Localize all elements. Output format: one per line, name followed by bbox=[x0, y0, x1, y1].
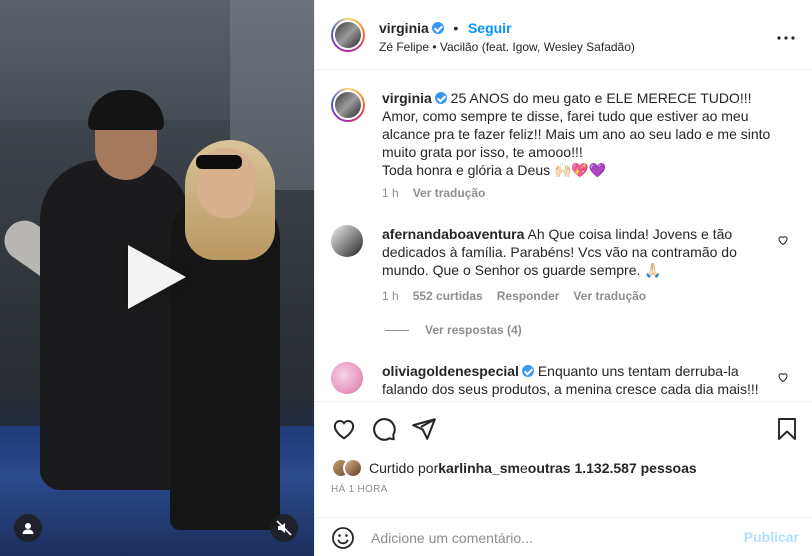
post-modal: virginia • Seguir Zé Felipe • Vacilão (f… bbox=[0, 0, 812, 556]
view-replies-button[interactable]: Ver respostas (4) bbox=[385, 323, 522, 337]
header-username[interactable]: virginia bbox=[379, 20, 429, 36]
caption-translate[interactable]: Ver tradução bbox=[413, 186, 486, 200]
audio-link[interactable]: Zé Felipe • Vacilão (feat. Igow, Wesley … bbox=[379, 40, 635, 54]
video-person-man bbox=[40, 160, 190, 490]
post-time[interactable]: HÁ 1 HORA bbox=[331, 484, 388, 495]
heart-icon[interactable] bbox=[331, 416, 357, 445]
caption-line3: Toda honra e glória a Deus 🙌🏻💖💜 bbox=[382, 162, 607, 178]
caption-line1: 25 ANOS do meu gato e ELE MERECE TUDO!!! bbox=[446, 90, 752, 106]
header-separator: • bbox=[453, 20, 459, 36]
avatar[interactable] bbox=[343, 458, 363, 478]
reply-button[interactable]: Responder bbox=[497, 289, 560, 303]
verified-icon bbox=[431, 22, 444, 34]
comment-username[interactable]: oliviagoldenespecial bbox=[382, 363, 519, 379]
verified-icon bbox=[521, 365, 534, 377]
header-top: virginia • Seguir bbox=[379, 20, 512, 36]
publish-button[interactable]: Publicar bbox=[744, 529, 799, 545]
caption: virginia 25 ANOS do meu gato e ELE MEREC… bbox=[331, 88, 801, 208]
caption-text: virginia 25 ANOS do meu gato e ELE MEREC… bbox=[382, 89, 782, 179]
comment-input[interactable] bbox=[371, 527, 721, 549]
liked-by: Curtido por karlinha_sm e outras 1.132.5… bbox=[331, 458, 697, 478]
post-actions: Curtido por karlinha_sm e outras 1.132.5… bbox=[315, 401, 812, 556]
liked-user[interactable]: karlinha_sm bbox=[438, 460, 520, 476]
heart-icon[interactable] bbox=[777, 371, 789, 386]
heart-icon[interactable] bbox=[777, 234, 789, 249]
avatar[interactable] bbox=[331, 362, 363, 394]
smile-icon[interactable] bbox=[331, 526, 355, 553]
comment-translate[interactable]: Ver tradução bbox=[573, 289, 646, 303]
user-tag-icon[interactable] bbox=[14, 514, 42, 542]
liked-prefix: Curtido por bbox=[369, 460, 439, 476]
avatar[interactable] bbox=[331, 18, 365, 52]
avatar[interactable] bbox=[331, 88, 365, 122]
more-icon[interactable] bbox=[777, 28, 795, 43]
muted-speaker-icon[interactable] bbox=[270, 514, 298, 542]
list-item: afernandaboaventura Ah Que coisa linda! … bbox=[331, 225, 801, 325]
add-comment-bar: Publicar bbox=[315, 517, 812, 556]
caption-meta: 1 h Ver tradução bbox=[382, 186, 499, 200]
comment-username[interactable]: afernandaboaventura bbox=[382, 226, 524, 242]
share-icon[interactable] bbox=[411, 416, 437, 445]
verified-icon bbox=[434, 92, 447, 104]
avatar[interactable] bbox=[331, 225, 363, 257]
play-icon[interactable] bbox=[128, 245, 186, 309]
comments-list[interactable]: virginia 25 ANOS do meu gato e ELE MEREC… bbox=[315, 71, 812, 401]
follow-button[interactable]: Seguir bbox=[468, 20, 512, 36]
post-header: virginia • Seguir Zé Felipe • Vacilão (f… bbox=[315, 0, 812, 70]
caption-username[interactable]: virginia bbox=[382, 90, 432, 106]
post-panel: virginia • Seguir Zé Felipe • Vacilão (f… bbox=[314, 0, 812, 556]
comment-meta: 1 h 552 curtidas Responder Ver tradução bbox=[382, 289, 660, 303]
video-person-glasses bbox=[196, 155, 242, 169]
comment-time: 1 h bbox=[382, 289, 399, 303]
post-video[interactable] bbox=[0, 0, 314, 556]
liked-others[interactable]: outras 1.132.587 pessoas bbox=[528, 460, 697, 476]
liked-middle: e bbox=[519, 460, 528, 476]
caption-time: 1 h bbox=[382, 186, 399, 200]
caption-line2: Amor, como sempre te disse, farei tudo q… bbox=[382, 108, 771, 160]
bookmark-icon[interactable] bbox=[775, 416, 799, 445]
comment-text: afernandaboaventura Ah Que coisa linda! … bbox=[382, 225, 782, 279]
list-item: oliviagoldenespecial Enquanto uns tentam… bbox=[331, 362, 801, 401]
comment-icon[interactable] bbox=[371, 416, 397, 445]
comment-text: oliviagoldenespecial Enquanto uns tentam… bbox=[382, 362, 782, 398]
comment-likes[interactable]: 552 curtidas bbox=[413, 289, 483, 303]
